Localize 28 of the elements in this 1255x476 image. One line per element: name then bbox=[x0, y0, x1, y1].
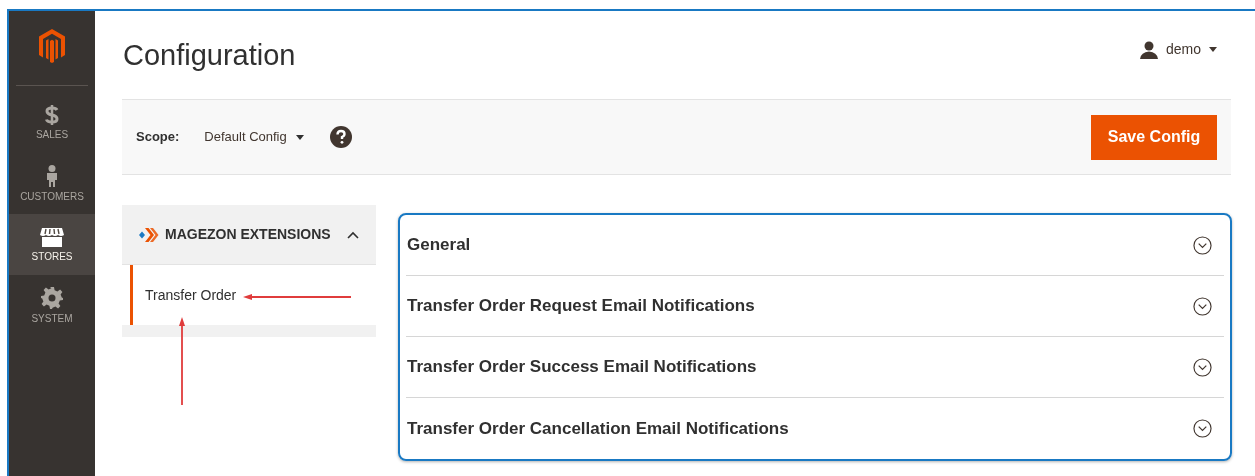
scope-dropdown[interactable]: Default Config bbox=[204, 127, 304, 147]
section-header[interactable]: General bbox=[406, 215, 1224, 276]
section-header[interactable]: Transfer Order Success Email Notifications bbox=[406, 337, 1224, 398]
gear-icon bbox=[41, 287, 63, 309]
expand-chevron-icon bbox=[1193, 296, 1212, 316]
logo-icon bbox=[39, 29, 65, 63]
save-config-button[interactable]: Save Config bbox=[1091, 114, 1217, 160]
section-header[interactable]: Transfer Order Cancellation Email Notifications bbox=[406, 398, 1224, 459]
page-title: Configuration bbox=[123, 41, 296, 70]
expand-chevron-icon bbox=[1193, 235, 1212, 255]
user-icon bbox=[1139, 40, 1158, 59]
chevrons-icon bbox=[139, 226, 159, 243]
nav-item[interactable]: CUSTOMERS bbox=[9, 153, 95, 214]
expand-chevron-icon bbox=[1193, 419, 1212, 438]
collapse-chevron-icon bbox=[347, 230, 359, 239]
user-menu[interactable]: demo bbox=[1139, 39, 1217, 60]
nav-item[interactable]: SALES bbox=[9, 92, 95, 153]
scope-label: Scope: bbox=[136, 128, 180, 147]
help-icon[interactable] bbox=[329, 126, 352, 148]
expand-chevron-icon bbox=[1193, 357, 1212, 377]
caret-icon bbox=[1209, 47, 1217, 52]
caret-icon bbox=[295, 134, 304, 140]
dollar-icon bbox=[45, 105, 59, 125]
store-icon bbox=[40, 227, 64, 247]
nav-item[interactable]: SYSTEM bbox=[9, 275, 95, 336]
section-header[interactable]: Transfer Order Request Email Notifications bbox=[406, 276, 1224, 337]
nav-item[interactable]: STORES bbox=[9, 214, 95, 275]
person-icon bbox=[46, 165, 58, 187]
